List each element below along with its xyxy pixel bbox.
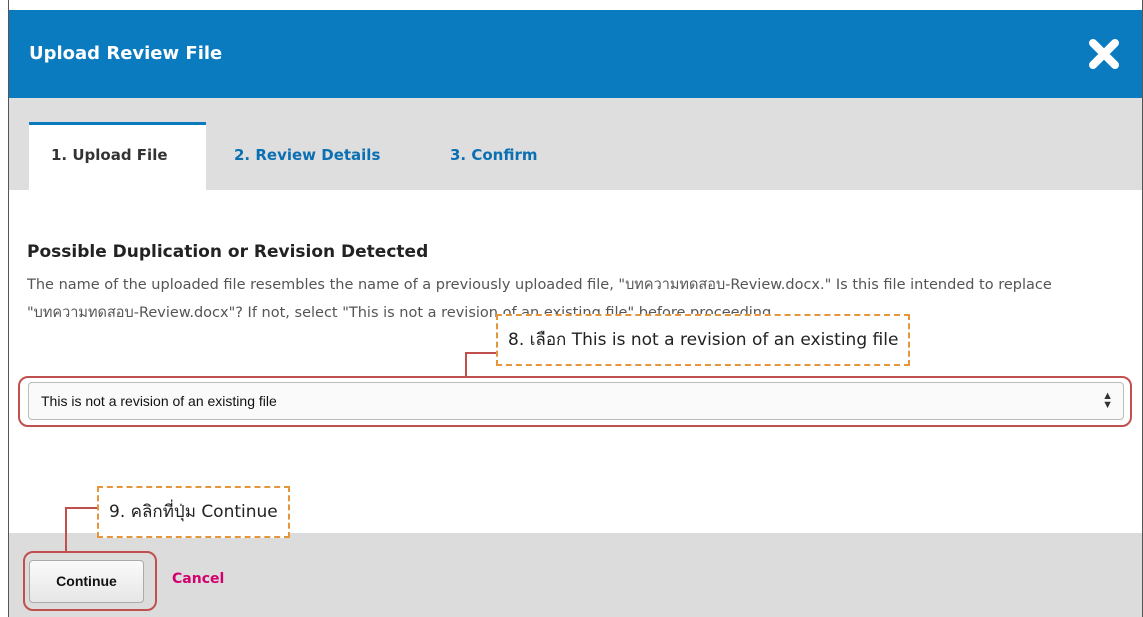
step9-callout: 9. คลิกที่ปุ่ม Continue xyxy=(97,486,290,538)
step8-callout: 8. เลือก This is not a revision of an ex… xyxy=(496,314,911,366)
step8-leader xyxy=(465,352,467,378)
close-icon[interactable] xyxy=(1086,36,1122,72)
notice-heading: Possible Duplication or Revision Detecte… xyxy=(27,242,429,262)
tab-upload-file[interactable]: 1. Upload File xyxy=(29,122,206,190)
tab-confirm[interactable]: 3. Confirm xyxy=(450,146,538,164)
cancel-link[interactable]: Cancel xyxy=(172,571,224,587)
select-highlight xyxy=(18,376,1132,427)
upload-review-dialog: Upload Review File 1. Upload File 2. Rev… xyxy=(8,0,1143,617)
step8-leader-horizontal xyxy=(465,352,496,354)
continue-highlight xyxy=(23,551,157,611)
dialog-header: Upload Review File xyxy=(9,10,1142,98)
dialog-title: Upload Review File xyxy=(29,43,223,64)
tab-review-details[interactable]: 2. Review Details xyxy=(234,146,380,164)
tab-bar: 1. Upload File 2. Review Details 3. Conf… xyxy=(9,98,1142,190)
tab-label: 1. Upload File xyxy=(51,146,168,164)
step9-leader xyxy=(65,507,67,553)
step9-leader-horizontal xyxy=(65,507,97,509)
